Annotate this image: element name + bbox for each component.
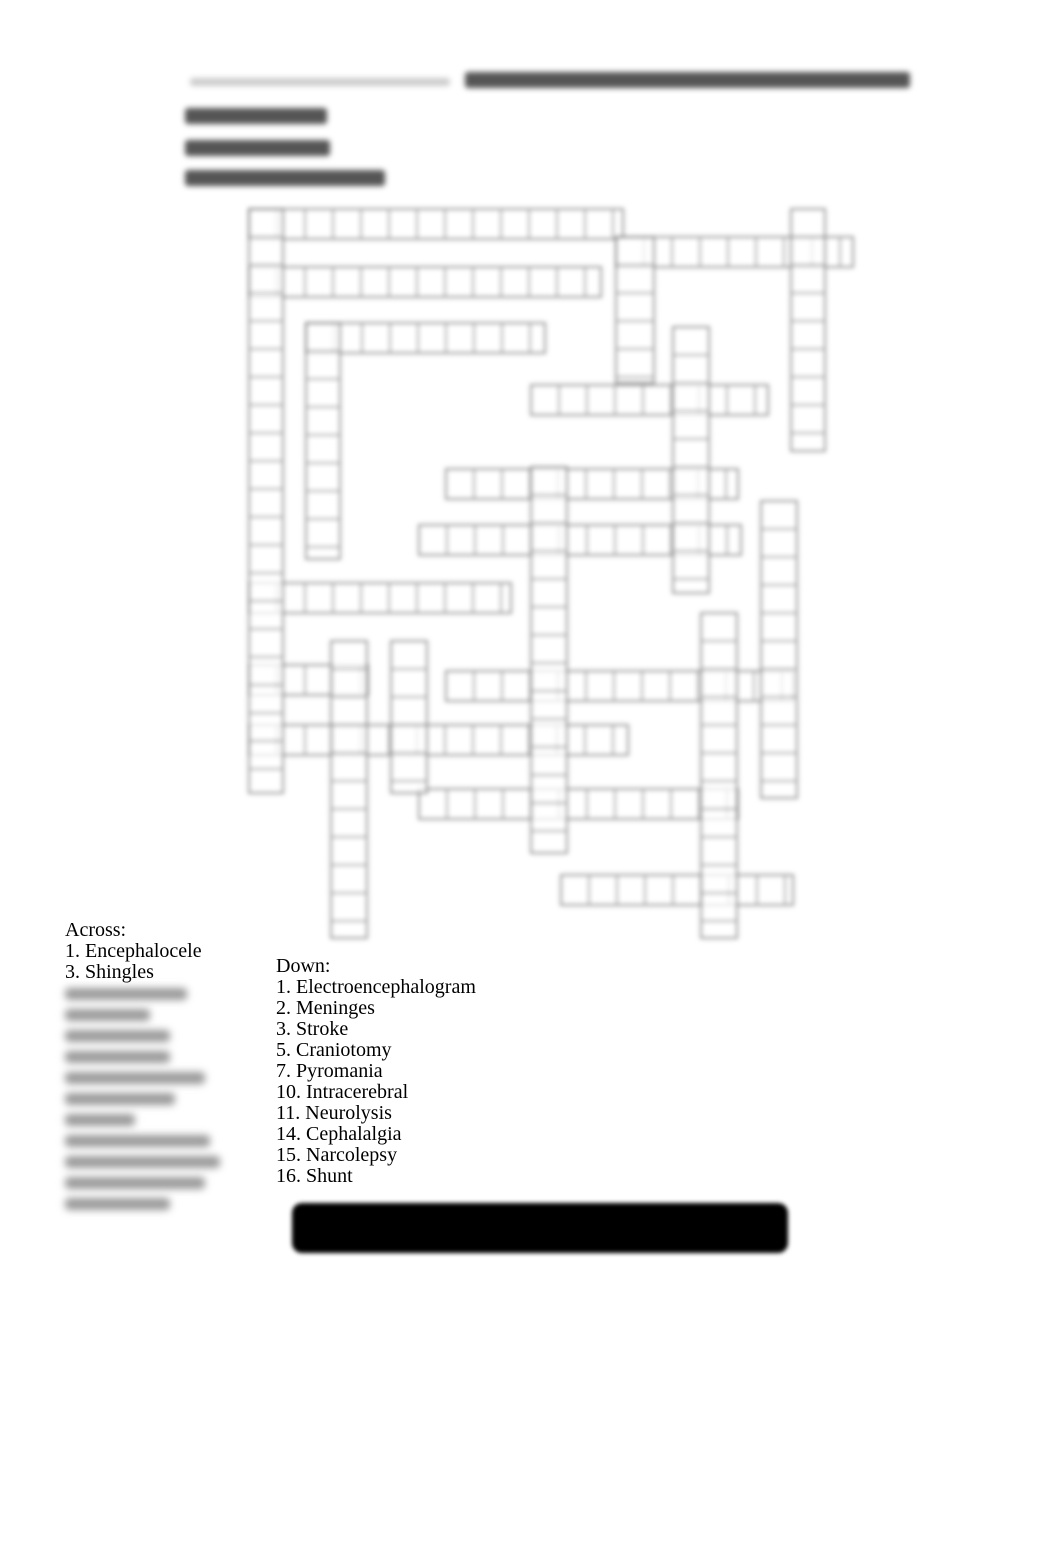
down-clue: 1. Electroencephalogram [276, 976, 476, 998]
across-heading: Across: [65, 919, 127, 941]
down-clue: 14. Cephalalgia [276, 1123, 402, 1145]
across-clue: 3. Shingles [65, 961, 154, 983]
down-clue: 5. Craniotomy [276, 1039, 392, 1061]
down-heading: Down: [276, 955, 331, 977]
across-clues: Across: 1. Encephalocele 3. Shingles [65, 920, 202, 983]
down-clue: 10. Intracerebral [276, 1081, 409, 1103]
down-clue: 16. Shunt [276, 1165, 353, 1187]
down-clue: 2. Meninges [276, 997, 375, 1019]
crossword-grid [0, 0, 1062, 960]
down-clue: 3. Stroke [276, 1018, 349, 1040]
down-clue: 7. Pyromania [276, 1060, 383, 1082]
across-clue: 1. Encephalocele [65, 940, 202, 962]
down-clues: Down: 1. Electroencephalogram 2. Meninge… [276, 956, 476, 1187]
down-clue: 15. Narcolepsy [276, 1144, 398, 1166]
down-clue: 11. Neurolysis [276, 1102, 392, 1124]
redaction-bar [292, 1203, 788, 1253]
